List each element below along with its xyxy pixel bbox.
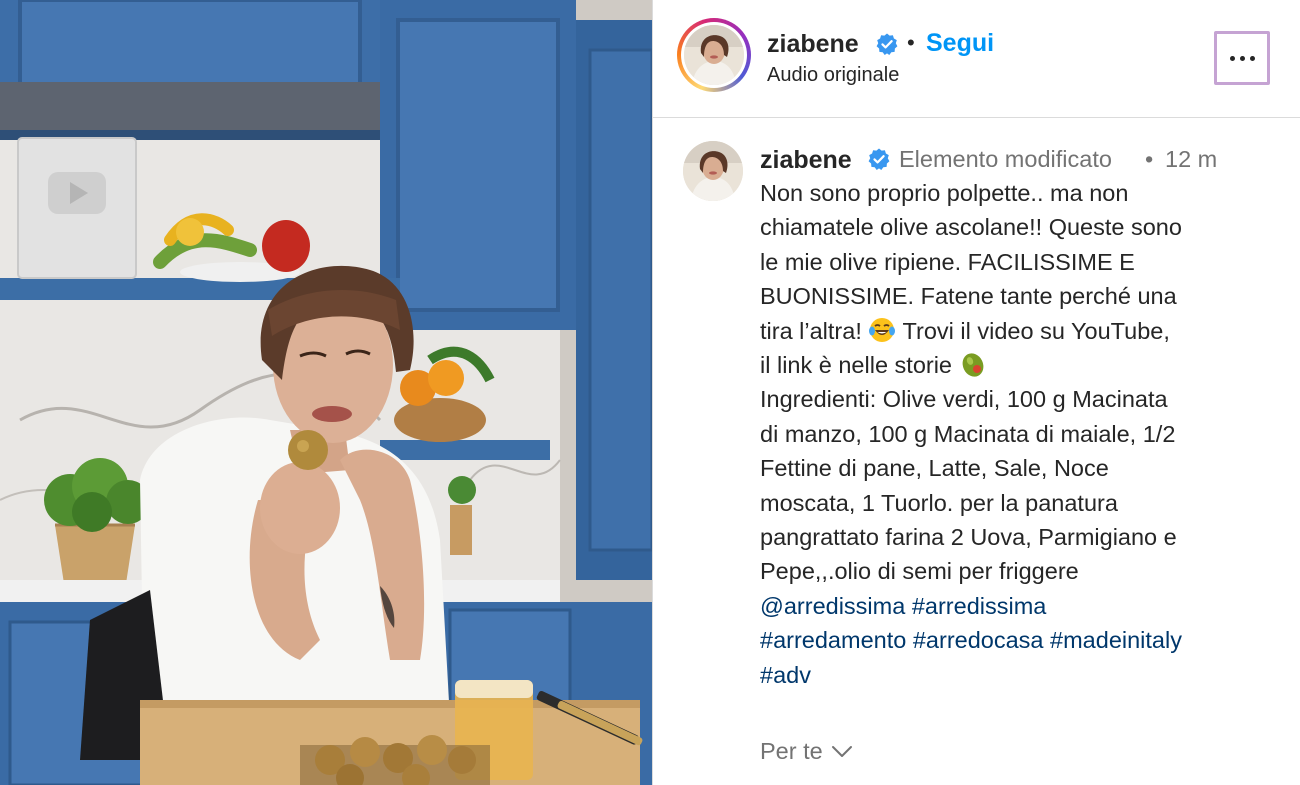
verified-badge-icon bbox=[868, 148, 890, 170]
caption-line: pangrattato farina 2 Uova, Parmigiano e bbox=[760, 524, 1177, 551]
header-username[interactable]: ziabene bbox=[767, 30, 859, 59]
hashtag-link[interactable]: #arredocasa bbox=[913, 627, 1044, 653]
mention-link[interactable]: @arredissima bbox=[760, 593, 905, 619]
caption-line: il link è nelle storie bbox=[760, 348, 1270, 382]
caption-line: di manzo, 100 g Macinata di maiale, 1/2 bbox=[760, 420, 1176, 447]
post-header: ziabene • Segui Audio originale bbox=[653, 0, 1300, 118]
original-audio-link[interactable]: Audio originale bbox=[767, 64, 899, 87]
hashtag-link[interactable]: #adv bbox=[760, 662, 811, 688]
caption-fragment: Trovi il video su YouTube, bbox=[902, 317, 1170, 344]
laughing-tears-emoji-icon bbox=[869, 317, 896, 342]
caption-line: tira l’altra! Trovi il video su YouTube, bbox=[760, 314, 1270, 348]
caption-line: Fettine di pane, Latte, Sale, Noce bbox=[760, 455, 1109, 482]
caption-line: Ingredienti: Olive verdi, 100 g Macinata bbox=[760, 386, 1168, 413]
hashtag-link[interactable]: #arredamento bbox=[760, 627, 906, 653]
caption-line: Pepe,,.olio di semi per friggere bbox=[760, 558, 1079, 585]
caption-line: le mie olive ripiene. FACILISSIME E bbox=[760, 248, 1135, 275]
caption-line: BUONISSIME. Fatene tante perché una bbox=[760, 283, 1177, 310]
caption-avatar[interactable] bbox=[683, 141, 743, 201]
more-options-button[interactable] bbox=[1214, 31, 1270, 85]
caption-separator: • bbox=[1145, 146, 1154, 172]
for-you-toggle[interactable]: Per te bbox=[760, 738, 853, 765]
video-frame-illustration bbox=[0, 0, 652, 785]
caption-fragment: tira l’altra! bbox=[760, 317, 862, 344]
chevron-down-icon bbox=[831, 745, 852, 757]
verified-badge-icon bbox=[876, 33, 898, 55]
caption-fragment: il link è nelle storie bbox=[760, 352, 953, 379]
caption-text: Non sono proprio polpette.. ma non chiam… bbox=[760, 176, 1270, 692]
hashtag-link[interactable]: #madeinitaly bbox=[1050, 627, 1182, 653]
post-side-panel: ziabene • Segui Audio originale ziabene … bbox=[652, 0, 1300, 785]
edited-label: Elemento modificato bbox=[899, 146, 1112, 172]
caption-line: Non sono proprio polpette.. ma non bbox=[760, 180, 1129, 206]
caption-line: #adv bbox=[760, 658, 1270, 692]
olive-emoji-icon bbox=[962, 353, 983, 377]
header-avatar[interactable] bbox=[677, 18, 751, 92]
reel-video[interactable] bbox=[0, 0, 652, 785]
profile-photo bbox=[683, 141, 743, 201]
caption-line: moscata, 1 Tuorlo. per la panatura bbox=[760, 489, 1118, 516]
profile-photo bbox=[684, 25, 744, 85]
hashtag-link[interactable]: #arredissima bbox=[912, 593, 1047, 619]
more-horizontal-icon bbox=[1229, 55, 1235, 61]
caption-line: @arredissima #arredissima bbox=[760, 589, 1270, 623]
post-timestamp[interactable]: 12 m bbox=[1165, 146, 1217, 173]
follow-button[interactable]: Segui bbox=[926, 29, 994, 58]
caption-line: chiamatele olive ascolane!! Queste sono bbox=[760, 214, 1182, 241]
caption-username[interactable]: ziabene bbox=[760, 146, 852, 175]
for-you-label: Per te bbox=[760, 738, 823, 764]
caption-line: #arredamento #arredocasa #madeinitaly bbox=[760, 623, 1270, 657]
header-separator: • bbox=[907, 30, 915, 55]
